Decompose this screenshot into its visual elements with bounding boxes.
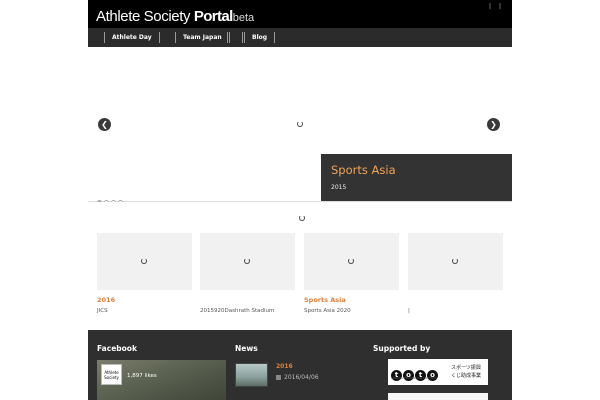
sponsor-japanese-text: スポーツ振興 くじ助成事業 <box>451 364 481 380</box>
slider-next-button[interactable]: ❯ <box>487 118 500 131</box>
sponsor-toto-banner[interactable]: toto SPORTS PROMOTION LOTTERY スポーツ振興 くじ助… <box>388 359 488 385</box>
news-date-text: 2016/04/06 <box>284 374 319 381</box>
slide-caption[interactable]: Sports Asia 2015 <box>321 154 512 201</box>
logo-text-athlete-society: Athlete Society <box>96 8 194 25</box>
featured-cards-section: 2016 JICS 2015920Dashrath Stadium Sports… <box>88 202 512 330</box>
hero-slider: ❮ ❯ Sports Asia 2015 <box>88 47 512 205</box>
loading-spinner-icon <box>297 121 303 127</box>
logo-text-portal: Portal <box>193 8 234 25</box>
slider-prev-button[interactable]: ❮ <box>98 118 111 131</box>
card[interactable]: | <box>408 233 503 314</box>
page-background-left <box>0 0 88 400</box>
facebook-page-logo[interactable]: Athlete Society <box>101 364 122 385</box>
card[interactable]: 2016 JICS <box>97 233 192 314</box>
card-thumbnail[interactable] <box>97 233 192 290</box>
loading-spinner-icon <box>141 258 147 264</box>
card-title[interactable]: 2016 <box>97 296 115 304</box>
site-logo[interactable]: Athlete Society Portalbeta <box>96 6 254 25</box>
nav-item-blog[interactable]: Blog <box>244 32 276 43</box>
facebook-likes-count: 1,897 likes <box>127 373 157 379</box>
facebook-widget[interactable]: Athlete Society 1,897 likes <box>97 360 226 400</box>
site-footer: Facebook Athlete Society 1,897 likes New… <box>88 330 512 400</box>
card-thumbnail[interactable] <box>408 233 503 290</box>
news-item-date: 2016/04/06 <box>276 374 319 381</box>
nav-item-athlete-day[interactable]: Athlete Day <box>104 32 160 43</box>
loading-spinner-icon <box>244 258 250 264</box>
site-header: Athlete Society Portalbeta | | <box>88 0 512 28</box>
facebook-heading: Facebook <box>97 344 137 353</box>
sponsor-jp-line2: くじ助成事業 <box>451 373 482 379</box>
sponsor-jp-line1: スポーツ振興 <box>451 365 481 371</box>
header-controls[interactable]: | | <box>489 3 504 10</box>
card-title[interactable]: Sports Asia <box>304 296 346 304</box>
toto-subtext: SPORTS PROMOTION LOTTERY <box>391 376 437 380</box>
card-thumbnail[interactable] <box>200 233 295 290</box>
news-thumbnail[interactable] <box>235 363 268 387</box>
page-background-right <box>512 0 600 400</box>
card-subtitle: | <box>408 308 410 314</box>
loading-spinner-icon <box>348 258 354 264</box>
slide-caption-year: 2015 <box>331 184 347 191</box>
logo-text-beta: beta <box>232 12 255 24</box>
nav-item-team-japan[interactable]: Team Japan <box>175 32 230 43</box>
card-subtitle: Sports Asia 2020 <box>304 308 351 314</box>
card-subtitle: JICS <box>97 308 108 314</box>
card[interactable]: 2015920Dashrath Stadium <box>200 233 295 314</box>
card[interactable]: Sports Asia Sports Asia 2020 <box>304 233 399 314</box>
news-item-title[interactable]: 2016 <box>276 363 293 370</box>
page-container: Athlete Society Portalbeta | | Athlete D… <box>88 0 512 400</box>
nav-item-empty[interactable] <box>227 32 243 43</box>
calendar-icon <box>276 375 281 380</box>
main-nav: Athlete Day Team Japan Blog <box>88 28 512 47</box>
card-thumbnail[interactable] <box>304 233 399 290</box>
sponsor-banner-2[interactable] <box>388 393 488 400</box>
loading-spinner-icon <box>452 258 458 264</box>
supported-by-heading: Supported by <box>373 344 431 353</box>
slide-caption-title: Sports Asia <box>331 163 396 177</box>
card-subtitle: 2015920Dashrath Stadium <box>200 308 275 314</box>
loading-spinner-icon <box>299 215 305 221</box>
news-heading: News <box>235 344 258 353</box>
